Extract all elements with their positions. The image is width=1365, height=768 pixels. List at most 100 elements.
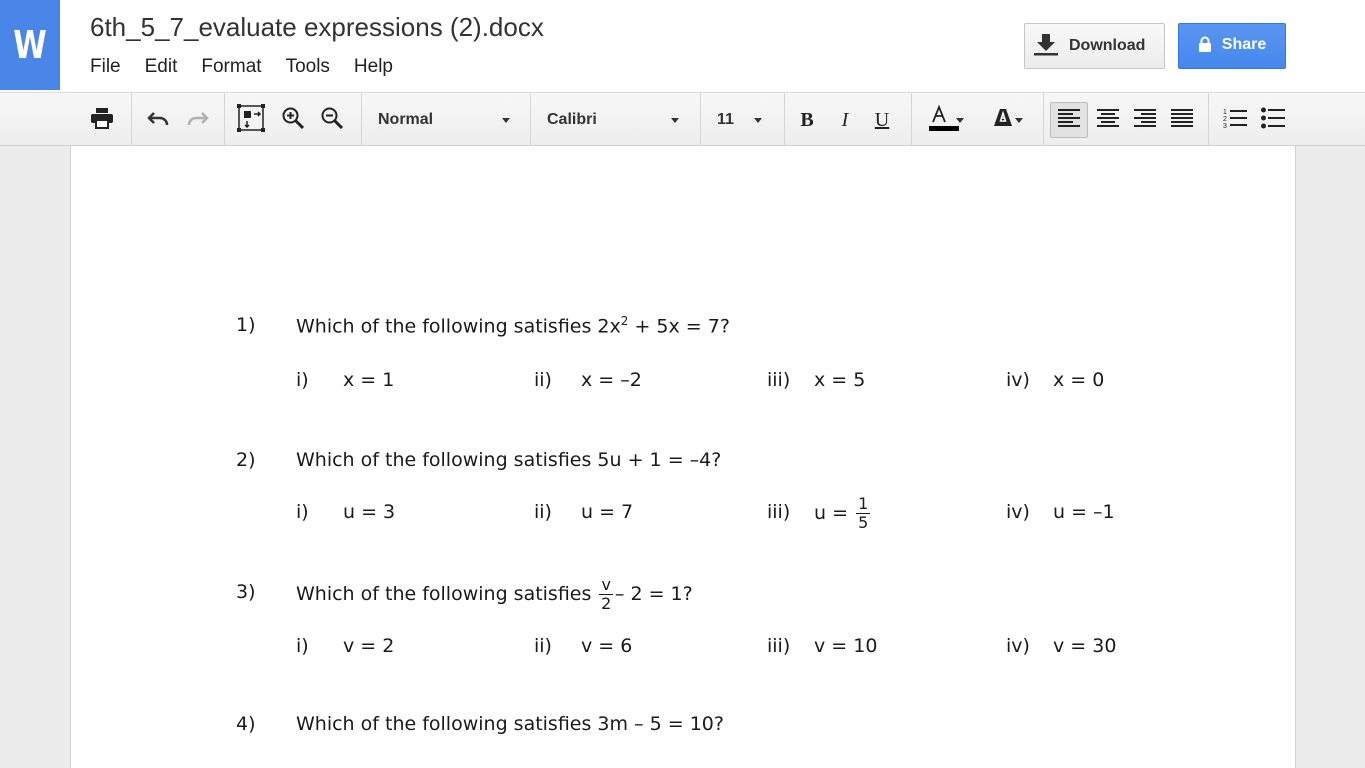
justify-icon [1171,108,1193,133]
chevron-down-icon [671,118,679,123]
justify-button[interactable] [1168,103,1196,137]
menu-help[interactable]: Help [354,56,393,78]
option-label: iv) [1006,635,1030,657]
option-value: u = –1 [1053,501,1115,523]
print-button[interactable] [86,103,118,137]
download-icon [1033,32,1059,61]
menu-format[interactable]: Format [201,56,261,78]
document-page: 1) Which of the following satisfies 2x2 … [70,146,1296,768]
question-number: 3) [236,581,256,603]
option-label: iv) [1006,501,1030,523]
align-left-button[interactable] [1050,102,1088,138]
svg-text:3: 3 [1223,123,1227,129]
share-button[interactable]: Share [1178,23,1286,69]
highlight-icon [992,108,1014,133]
menu-file[interactable]: File [90,56,121,78]
option-label: i) [296,635,309,657]
font-dropdown[interactable]: Calibri [547,103,687,137]
align-center-icon [1097,108,1119,133]
question-number: 2) [236,449,256,471]
menu-tools[interactable]: Tools [286,56,330,78]
chevron-down-icon [754,118,762,123]
style-dropdown[interactable]: Normal [378,103,518,137]
text-color-icon [927,104,959,137]
numbered-list-icon: 123 [1223,107,1247,134]
share-label: Share [1221,36,1267,53]
option-value: v = 6 [581,635,633,657]
option-label: i) [296,369,309,391]
underline-button[interactable]: U [867,103,897,137]
option-value: x = 5 [814,369,866,391]
align-center-button[interactable] [1094,103,1122,137]
question-number: 4) [236,713,256,735]
app-logo[interactable]: W [0,0,60,90]
document-viewport[interactable]: 1) Which of the following satisfies 2x2 … [0,146,1365,768]
option-label: ii) [534,501,552,523]
print-icon [90,107,114,134]
underline-icon: U [874,108,890,131]
fraction: v2 [599,575,613,613]
undo-icon [146,110,170,131]
redo-icon [186,110,210,131]
option-label: iii) [767,635,791,657]
option-value: u = 7 [581,501,634,523]
option-value: u = 3 [343,501,396,523]
toolbar: Normal Calibri 11 B I U 1 2 3 [0,92,1365,146]
text-color-button[interactable] [918,103,968,137]
svg-text:2: 2 [1223,116,1227,123]
option-label: ii) [534,635,552,657]
chevron-down-icon [502,118,510,123]
zoom-in-icon [281,106,305,135]
question-number: 1) [236,314,256,336]
chevron-down-icon [956,118,964,123]
question-text: Which of the following satisfies 5u + 1 … [296,449,722,471]
option-label: iii) [767,369,791,391]
chevron-down-icon [1015,118,1023,123]
download-label: Download [1069,37,1146,54]
zoom-out-icon [320,106,344,135]
option-value: v = 2 [343,635,395,657]
align-left-icon [1058,108,1080,133]
download-button[interactable]: Download [1024,23,1165,69]
question-text: Which of the following satisfies v 2– 2 =… [296,575,693,613]
option-value: v = 30 [1053,635,1117,657]
option-label: iv) [1006,369,1030,391]
header: W 6th_5_7_evaluate expressions (2).docx … [0,0,1365,92]
highlight-button[interactable] [980,103,1026,137]
zoom-out-button[interactable] [317,103,347,137]
fit-page-button[interactable] [234,103,268,137]
app-window: W 6th_5_7_evaluate expressions (2).docx … [0,0,1365,768]
fit-page-icon [236,103,266,138]
option-label: ii) [534,369,552,391]
align-right-button[interactable] [1131,103,1159,137]
question-text: Which of the following satisfies 2x2 + 5… [296,314,730,338]
option-value: u = 15 [814,494,871,532]
undo-button[interactable] [142,103,174,137]
redo-button[interactable] [182,103,214,137]
bulleted-list-icon [1261,107,1285,134]
italic-icon: I [841,108,849,131]
fraction: 15 [856,494,871,532]
option-value: v = 10 [814,635,878,657]
option-value: x = 1 [343,369,395,391]
align-right-icon [1134,108,1156,133]
style-value: Normal [378,111,434,128]
option-value: x = –2 [581,369,642,391]
option-label: iii) [767,501,791,523]
italic-button[interactable]: I [830,103,860,137]
option-value: x = 0 [1053,369,1105,391]
menu-edit[interactable]: Edit [145,56,178,78]
svg-text:1: 1 [1223,109,1227,116]
zoom-in-button[interactable] [278,103,308,137]
bold-button[interactable]: B [792,103,822,137]
bulleted-list-button[interactable] [1258,103,1288,137]
numbered-list-button[interactable]: 123 [1220,103,1250,137]
font-size-dropdown[interactable]: 11 [717,103,773,137]
lock-icon [1198,36,1212,58]
question-text: Which of the following satisfies 3m – 5 … [296,713,724,735]
option-label: i) [296,501,309,523]
font-size-value: 11 [717,111,734,128]
menu-bar: File Edit Format Tools Help [90,56,417,78]
bold-icon: B [800,108,814,131]
document-title[interactable]: 6th_5_7_evaluate expressions (2).docx [90,12,544,43]
